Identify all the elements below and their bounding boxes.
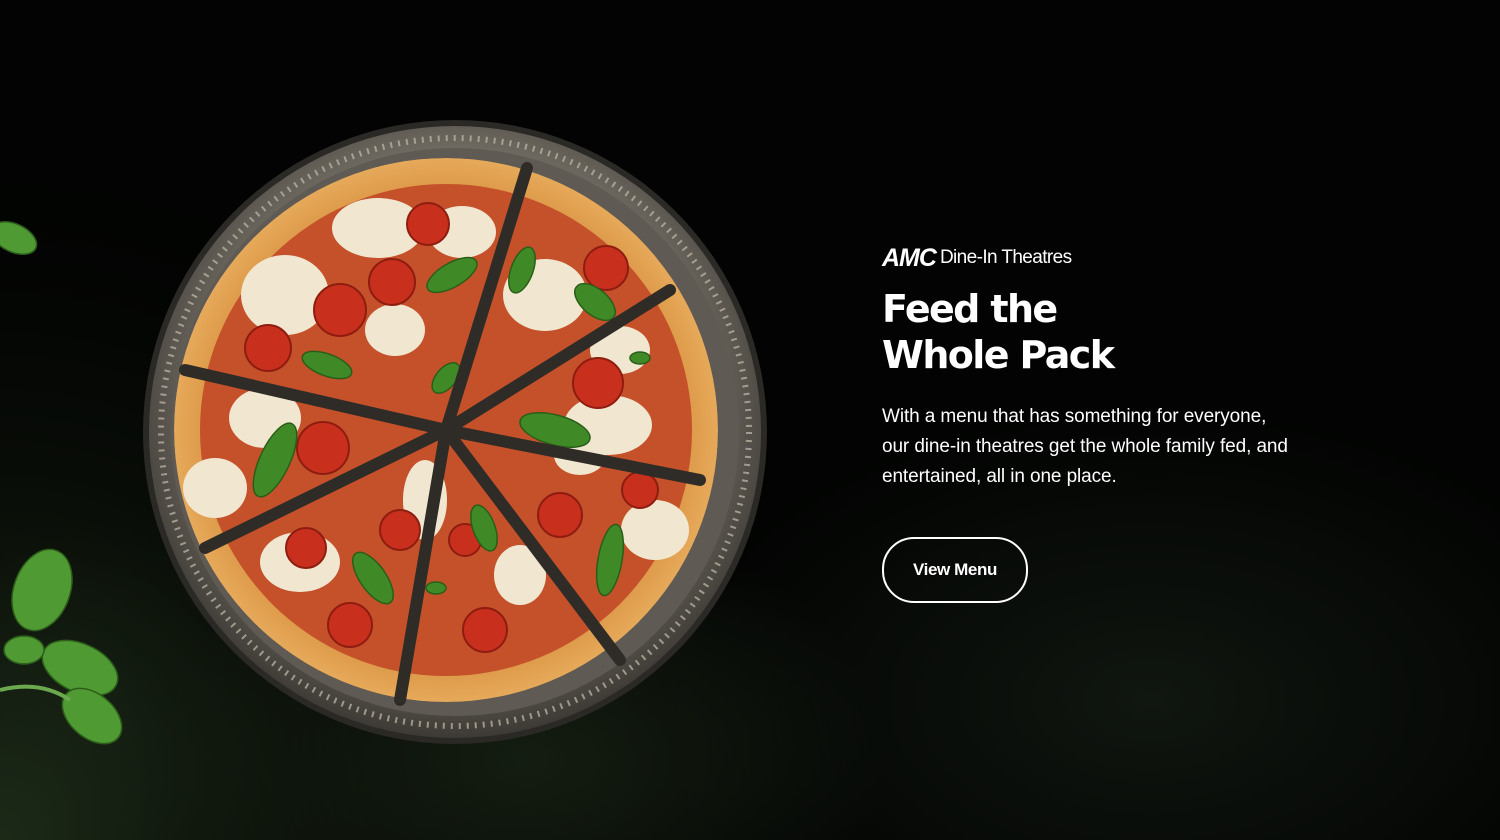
pizza-image: [0, 0, 800, 840]
brand-subtitle: Dine-In Theatres: [939, 247, 1072, 268]
amc-logo-icon: AMC: [882, 244, 937, 272]
headline: Feed the Whole Pack: [882, 286, 1302, 378]
headline-line-2: Whole Pack: [882, 333, 1115, 377]
amc-dine-in-logo: AMC Dine-In Theatres: [882, 244, 1302, 272]
headline-line-1: Feed the: [882, 287, 1058, 331]
promo-copy: AMC Dine-In Theatres Feed the Whole Pack…: [882, 244, 1302, 603]
hero-section: AMC Dine-In Theatres Feed the Whole Pack…: [0, 0, 1500, 840]
view-menu-button[interactable]: View Menu: [882, 537, 1028, 603]
body-text: With a menu that has something for every…: [882, 406, 1288, 487]
